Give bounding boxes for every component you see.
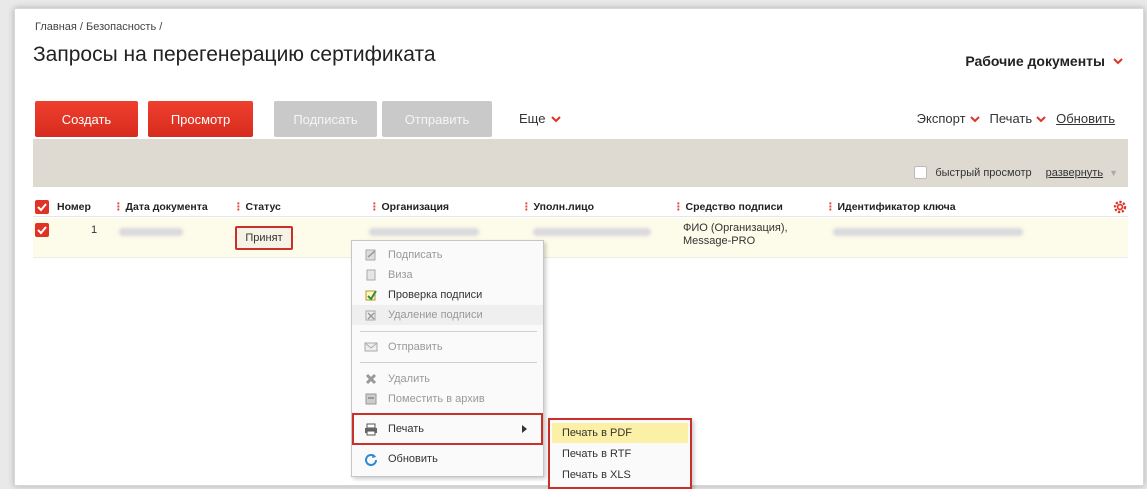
menu-item-label: Отправить (388, 341, 443, 353)
export-label: Экспорт (916, 111, 966, 126)
chevron-down-icon (1036, 114, 1046, 124)
menu-item-refresh[interactable]: Обновить (352, 449, 543, 469)
menu-item-label: Виза (388, 269, 413, 281)
toolbar-right-links: Экспорт Печать Обновить (917, 111, 1115, 126)
column-header-status-label: Статус (245, 201, 281, 213)
redacted-authorized-person (533, 228, 651, 236)
row-number: 1 (91, 224, 98, 236)
column-header-sign-tool-label: Средство подписи (685, 201, 783, 213)
refresh-icon (364, 452, 378, 466)
table-header: Номер ⋮ Дата документа ⋮ Статус ⋮ Организац… (33, 197, 1128, 217)
print-pdf-item[interactable]: Печать в PDF (552, 423, 688, 443)
work-documents-label: Рабочие документы (965, 53, 1105, 69)
chevron-down-icon (969, 114, 980, 124)
sign-tool-line2: Message-PRO (683, 235, 756, 247)
column-header-key-id-label: Идентификатор ключа (837, 201, 956, 213)
print-menu[interactable]: Печать (990, 111, 1047, 126)
redacted-key-id (833, 228, 1023, 236)
menu-item-label: Подписать (388, 249, 443, 261)
verify-signature-icon (364, 288, 378, 302)
print-label: Печать (989, 111, 1033, 126)
view-button[interactable]: Просмотр (148, 101, 253, 137)
chevron-down-icon (551, 114, 562, 124)
expand-arrow-icon: ▼ (1109, 167, 1118, 178)
visa-icon (364, 268, 378, 282)
print-rtf-item[interactable]: Печать в RTF (552, 444, 688, 464)
menu-item-label: Обновить (388, 453, 438, 465)
table-row[interactable]: 1 Принят ФИО (Организация), Message-PRO (33, 218, 1128, 258)
archive-icon (364, 392, 378, 406)
refresh-link[interactable]: Обновить (1056, 111, 1115, 126)
filter-bar: быстрый просмотр развернуть ▼ (33, 139, 1128, 187)
column-header-authorized-person-label: Уполн.лицо (533, 201, 595, 213)
row-checkbox[interactable] (35, 223, 49, 237)
column-header-number[interactable]: Номер (57, 201, 91, 213)
redacted-organization (369, 228, 479, 236)
expand-link[interactable]: развернуть (1046, 167, 1103, 179)
column-header-date[interactable]: ⋮ Дата документа (113, 201, 208, 213)
menu-separator (360, 331, 537, 332)
menu-item-send[interactable]: Отправить (352, 337, 543, 357)
menu-item-label: Удалить (388, 373, 430, 385)
more-label: Еще (519, 111, 546, 126)
column-header-key-id[interactable]: ⋮ Идентификатор ключа (825, 201, 956, 213)
quick-view-label: быстрый просмотр (935, 166, 1032, 179)
column-header-sign-tool[interactable]: ⋮ Средство подписи (673, 201, 783, 213)
status-badge: Принят (235, 226, 293, 250)
column-header-status[interactable]: ⋮ Статус (233, 201, 281, 213)
work-documents-menu[interactable]: Рабочие документы (965, 53, 1123, 69)
column-header-organization-label: Организация (381, 201, 450, 213)
menu-item-sign[interactable]: Подписать (352, 245, 543, 265)
sign-tool-cell: ФИО (Организация), Message-PRO (683, 222, 788, 248)
menu-item-label: Проверка подписи (388, 289, 483, 301)
envelope-icon (364, 340, 378, 354)
page-title: Запросы на перегенерацию сертификата (33, 43, 436, 66)
toolbar: Создать Просмотр Подписать Отправить Еще… (15, 101, 1143, 137)
menu-separator (360, 362, 537, 363)
column-header-date-label: Дата документа (125, 201, 208, 213)
settings-gear-icon[interactable] (1112, 199, 1128, 215)
quick-view-checkbox[interactable] (914, 166, 928, 179)
menu-item-visa[interactable]: Виза (352, 265, 543, 285)
menu-item-label: Поместить в архив (388, 393, 485, 405)
menu-item-print[interactable]: Печать (352, 413, 543, 445)
menu-item-label: Печать (388, 423, 425, 435)
delete-icon (364, 372, 378, 386)
submenu-arrow-icon (522, 425, 527, 433)
create-button[interactable]: Создать (35, 101, 138, 137)
breadcrumb[interactable]: Главная / Безопасность / (35, 21, 162, 33)
context-menu: Подписать Виза Проверка подписи Удаление… (351, 240, 544, 477)
select-all-checkbox[interactable] (35, 200, 49, 214)
menu-item-delete[interactable]: Удалить (352, 369, 543, 389)
menu-item-verify-signature[interactable]: Проверка подписи (352, 285, 543, 305)
chevron-down-icon (1113, 56, 1123, 66)
export-menu[interactable]: Экспорт (917, 111, 980, 126)
menu-item-remove-signature[interactable]: Удаление подписи (352, 305, 543, 325)
main-window: Главная / Безопасность / Запросы на пере… (14, 8, 1144, 489)
send-button[interactable]: Отправить (382, 101, 492, 137)
printer-icon (364, 422, 378, 436)
menu-item-archive[interactable]: Поместить в архив (352, 389, 543, 409)
menu-item-label: Удаление подписи (388, 309, 483, 321)
sign-button[interactable]: Подписать (274, 101, 377, 137)
sign-icon (364, 248, 378, 262)
remove-signature-icon (364, 308, 378, 322)
redacted-date (119, 228, 183, 236)
column-header-organization[interactable]: ⋮ Организация (369, 201, 449, 213)
sign-tool-line1: ФИО (Организация), (683, 222, 788, 234)
print-submenu: Печать в PDF Печать в RTF Печать в XLS (548, 418, 692, 489)
print-xls-item[interactable]: Печать в XLS (552, 465, 688, 485)
column-header-authorized-person[interactable]: ⋮ Уполн.лицо (521, 201, 594, 213)
quick-view-control: быстрый просмотр развернуть ▼ (914, 166, 1118, 179)
more-menu[interactable]: Еще (519, 111, 562, 126)
